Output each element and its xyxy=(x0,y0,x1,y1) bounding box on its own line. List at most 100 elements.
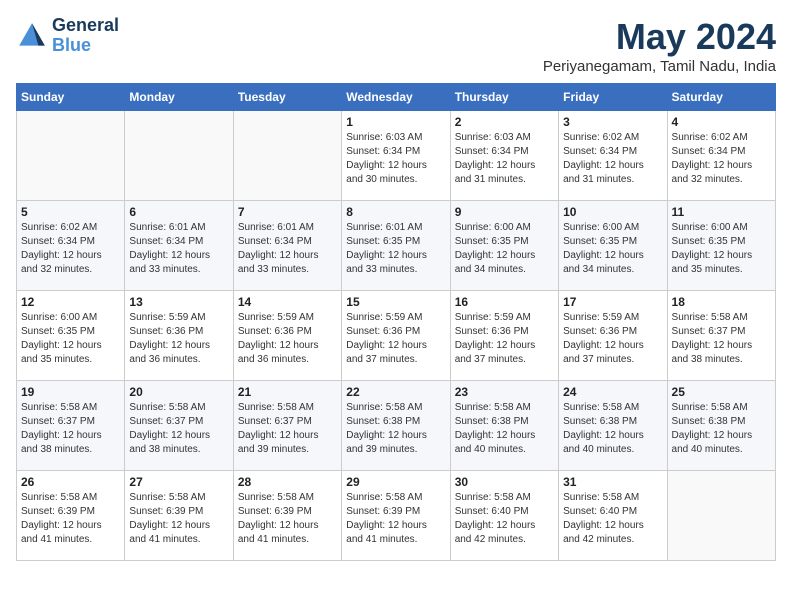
day-number: 21 xyxy=(238,385,337,399)
weekday-header-monday: Monday xyxy=(125,84,233,111)
week-row-1: 1 Sunrise: 6:03 AM Sunset: 6:34 PM Daylig… xyxy=(17,111,776,201)
calendar-cell: 22 Sunrise: 5:58 AM Sunset: 6:38 PM Dayli… xyxy=(342,381,450,471)
day-info: Sunrise: 6:03 AM Sunset: 6:34 PM Dayligh… xyxy=(346,131,445,187)
calendar-cell: 5 Sunrise: 6:02 AM Sunset: 6:34 PM Daylig… xyxy=(17,201,125,291)
calendar-cell: 18Sunrise: 5:58 AM Sunset: 6:37 PM Dayli… xyxy=(667,291,775,381)
day-number: 23 xyxy=(455,385,554,399)
day-number: 12 xyxy=(21,295,120,309)
calendar-cell: 7 Sunrise: 6:01 AM Sunset: 6:34 PM Daylig… xyxy=(233,201,341,291)
day-info: Sunrise: 5:59 AM Sunset: 6:36 PM Dayligh… xyxy=(346,311,445,367)
logo-icon xyxy=(16,20,48,52)
calendar-cell: 26 Sunrise: 5:58 AM Sunset: 6:39 PM Dayli… xyxy=(17,471,125,561)
calendar-cell: 20 Sunrise: 5:58 AM Sunset: 6:37 PM Dayli… xyxy=(125,381,233,471)
day-info: Sunrise: 5:58 AM Sunset: 6:40 PM Dayligh… xyxy=(563,491,662,547)
calendar-cell: 29 Sunrise: 5:58 AM Sunset: 6:39 PM Dayli… xyxy=(342,471,450,561)
day-info: Sunrise: 5:58 AM Sunset: 6:38 PM Dayligh… xyxy=(672,401,771,457)
calendar-cell: 12 Sunrise: 6:00 AM Sunset: 6:35 PM Dayli… xyxy=(17,291,125,381)
calendar-cell: 31 Sunrise: 5:58 AM Sunset: 6:40 PM Dayli… xyxy=(559,471,667,561)
weekday-header-saturday: Saturday xyxy=(667,84,775,111)
day-info: Sunrise: 5:59 AM Sunset: 6:36 PM Dayligh… xyxy=(129,311,228,367)
day-info: Sunrise: 5:58 AM Sunset: 6:39 PM Dayligh… xyxy=(21,491,120,547)
calendar-cell xyxy=(233,111,341,201)
day-number: 27 xyxy=(129,475,228,489)
day-number: 7 xyxy=(238,205,337,219)
day-number: 26 xyxy=(21,475,120,489)
weekday-header-friday: Friday xyxy=(559,84,667,111)
calendar-cell: 1 Sunrise: 6:03 AM Sunset: 6:34 PM Daylig… xyxy=(342,111,450,201)
day-info: Sunrise: 5:58 AM Sunset: 6:38 PM Dayligh… xyxy=(563,401,662,457)
calendar-cell: 16 Sunrise: 5:59 AM Sunset: 6:36 PM Dayli… xyxy=(450,291,558,381)
calendar-cell: 2Sunrise: 6:03 AM Sunset: 6:34 PM Daylig… xyxy=(450,111,558,201)
calendar-cell: 9 Sunrise: 6:00 AM Sunset: 6:35 PM Daylig… xyxy=(450,201,558,291)
title-block: May 2024 Periyanegamam, Tamil Nadu, Indi… xyxy=(543,16,776,75)
calendar-cell: 27Sunrise: 5:58 AM Sunset: 6:39 PM Dayli… xyxy=(125,471,233,561)
day-info: Sunrise: 5:59 AM Sunset: 6:36 PM Dayligh… xyxy=(238,311,337,367)
day-info: Sunrise: 6:02 AM Sunset: 6:34 PM Dayligh… xyxy=(21,221,120,277)
week-row-4: 19 Sunrise: 5:58 AM Sunset: 6:37 PM Dayli… xyxy=(17,381,776,471)
calendar-cell: 19 Sunrise: 5:58 AM Sunset: 6:37 PM Dayli… xyxy=(17,381,125,471)
calendar-cell: 6 Sunrise: 6:01 AM Sunset: 6:34 PM Daylig… xyxy=(125,201,233,291)
weekday-header-wednesday: Wednesday xyxy=(342,84,450,111)
week-row-5: 26 Sunrise: 5:58 AM Sunset: 6:39 PM Dayli… xyxy=(17,471,776,561)
day-info: Sunrise: 5:58 AM Sunset: 6:39 PM Dayligh… xyxy=(346,491,445,547)
day-number: 31 xyxy=(563,475,662,489)
day-number: 6 xyxy=(129,205,228,219)
logo-text: General Blue xyxy=(52,16,119,56)
calendar-cell: 10 Sunrise: 6:00 AM Sunset: 6:35 PM Dayli… xyxy=(559,201,667,291)
day-number: 18 xyxy=(672,295,771,309)
day-info: Sunrise: 5:58 AM Sunset: 6:37 PM Dayligh… xyxy=(21,401,120,457)
day-number: 9 xyxy=(455,205,554,219)
calendar-cell: 13 Sunrise: 5:59 AM Sunset: 6:36 PM Dayli… xyxy=(125,291,233,381)
calendar-table: SundayMondayTuesdayWednesdayThursdayFrid… xyxy=(16,83,776,561)
day-number: 10 xyxy=(563,205,662,219)
day-info: Sunrise: 6:01 AM Sunset: 6:34 PM Dayligh… xyxy=(129,221,228,277)
day-number: 15 xyxy=(346,295,445,309)
weekday-header-tuesday: Tuesday xyxy=(233,84,341,111)
day-number: 17 xyxy=(563,295,662,309)
day-info: Sunrise: 5:58 AM Sunset: 6:40 PM Dayligh… xyxy=(455,491,554,547)
day-info: Sunrise: 5:59 AM Sunset: 6:36 PM Dayligh… xyxy=(455,311,554,367)
day-info: Sunrise: 6:01 AM Sunset: 6:35 PM Dayligh… xyxy=(346,221,445,277)
day-number: 25 xyxy=(672,385,771,399)
calendar-cell xyxy=(125,111,233,201)
calendar-cell: 15 Sunrise: 5:59 AM Sunset: 6:36 PM Dayli… xyxy=(342,291,450,381)
day-number: 30 xyxy=(455,475,554,489)
day-number: 20 xyxy=(129,385,228,399)
day-number: 19 xyxy=(21,385,120,399)
day-info: Sunrise: 5:59 AM Sunset: 6:36 PM Dayligh… xyxy=(563,311,662,367)
day-number: 8 xyxy=(346,205,445,219)
day-number: 14 xyxy=(238,295,337,309)
day-info: Sunrise: 5:58 AM Sunset: 6:39 PM Dayligh… xyxy=(238,491,337,547)
day-number: 16 xyxy=(455,295,554,309)
day-number: 28 xyxy=(238,475,337,489)
week-row-2: 5 Sunrise: 6:02 AM Sunset: 6:34 PM Daylig… xyxy=(17,201,776,291)
day-number: 11 xyxy=(672,205,771,219)
day-info: Sunrise: 6:00 AM Sunset: 6:35 PM Dayligh… xyxy=(455,221,554,277)
day-info: Sunrise: 5:58 AM Sunset: 6:38 PM Dayligh… xyxy=(346,401,445,457)
day-info: Sunrise: 5:58 AM Sunset: 6:37 PM Dayligh… xyxy=(129,401,228,457)
day-number: 29 xyxy=(346,475,445,489)
calendar-cell: 23Sunrise: 5:58 AM Sunset: 6:38 PM Dayli… xyxy=(450,381,558,471)
day-number: 22 xyxy=(346,385,445,399)
calendar-cell: 17 Sunrise: 5:59 AM Sunset: 6:36 PM Dayli… xyxy=(559,291,667,381)
calendar-cell: 30 Sunrise: 5:58 AM Sunset: 6:40 PM Dayli… xyxy=(450,471,558,561)
calendar-cell xyxy=(17,111,125,201)
weekday-header-sunday: Sunday xyxy=(17,84,125,111)
day-info: Sunrise: 6:01 AM Sunset: 6:34 PM Dayligh… xyxy=(238,221,337,277)
page-header: General Blue May 2024 Periyanegamam, Tam… xyxy=(16,16,776,75)
calendar-cell: 8 Sunrise: 6:01 AM Sunset: 6:35 PM Daylig… xyxy=(342,201,450,291)
day-info: Sunrise: 6:03 AM Sunset: 6:34 PM Dayligh… xyxy=(455,131,554,187)
calendar-cell: 4Sunrise: 6:02 AM Sunset: 6:34 PM Daylig… xyxy=(667,111,775,201)
day-number: 5 xyxy=(21,205,120,219)
day-number: 3 xyxy=(563,115,662,129)
day-info: Sunrise: 6:00 AM Sunset: 6:35 PM Dayligh… xyxy=(21,311,120,367)
day-number: 1 xyxy=(346,115,445,129)
calendar-cell xyxy=(667,471,775,561)
day-number: 4 xyxy=(672,115,771,129)
day-info: Sunrise: 6:00 AM Sunset: 6:35 PM Dayligh… xyxy=(672,221,771,277)
day-info: Sunrise: 6:00 AM Sunset: 6:35 PM Dayligh… xyxy=(563,221,662,277)
day-number: 24 xyxy=(563,385,662,399)
location: Periyanegamam, Tamil Nadu, India xyxy=(543,58,776,75)
weekday-header-row: SundayMondayTuesdayWednesdayThursdayFrid… xyxy=(17,84,776,111)
day-number: 13 xyxy=(129,295,228,309)
